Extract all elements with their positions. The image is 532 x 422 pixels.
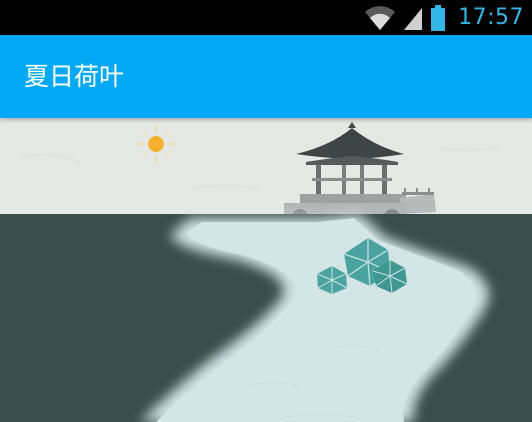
sky [0, 118, 532, 214]
status-icons: 17:57 [364, 0, 524, 35]
wifi-icon [365, 5, 396, 30]
summer-lotus-scene [0, 118, 532, 422]
battery-icon [431, 4, 446, 31]
status-bar: 17:57 [0, 0, 532, 35]
app-bar: 夏日荷叶 [0, 35, 532, 118]
cell-signal-icon [404, 7, 423, 30]
app-title: 夏日荷叶 [24, 62, 125, 91]
status-time: 17:57 [458, 5, 524, 30]
